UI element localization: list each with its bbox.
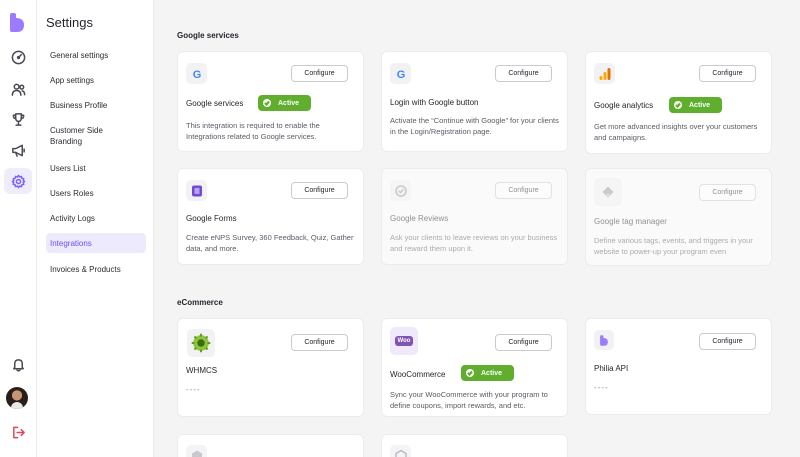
integration-card-partial (381, 434, 568, 457)
card-title: Google tag manager (594, 217, 667, 226)
card-description: ---- (186, 385, 201, 394)
analytics-icon (594, 63, 615, 84)
integration-card-partial (177, 434, 364, 457)
card-description: This integration is required to enable t… (186, 121, 320, 141)
configure-button[interactable]: Configure (699, 184, 756, 201)
check-icon (263, 99, 271, 107)
integration-card-whmcs: Configure WHMCS ---- (177, 318, 364, 417)
configure-button[interactable]: Configure (291, 65, 348, 82)
logout-icon[interactable] (4, 419, 32, 445)
configure-button[interactable]: Configure (699, 333, 756, 350)
integration-card-google-analytics: Configure Google analytics Active Get mo… (585, 51, 772, 154)
whmcs-icon (187, 329, 215, 357)
configure-button[interactable]: Configure (495, 334, 552, 351)
nav-item-general-settings[interactable]: General settings (46, 45, 146, 65)
reviews-icon (390, 180, 411, 201)
nav-item-activity-logs[interactable]: Activity Logs (46, 208, 146, 228)
integration-card-woocommerce: Woo Configure WooCommerce Active Sync yo… (381, 318, 568, 417)
integration-card-google-services: G Configure Google services Active This … (177, 51, 364, 152)
card-title: Login with Google button (390, 98, 479, 107)
card-description: Activate the “Continue with Google” for … (390, 116, 559, 136)
dashboard-icon[interactable] (4, 44, 32, 70)
trophy-icon[interactable] (4, 106, 32, 132)
nav-item-invoices-products[interactable]: Invoices & Products (46, 259, 146, 279)
card-title: WHMCS (186, 366, 218, 375)
integration-card-login-with-google: G Configure Login with Google button Act… (381, 51, 568, 152)
card-title: Google analytics (594, 101, 654, 110)
integration-icon (390, 445, 411, 457)
bell-icon[interactable] (4, 351, 32, 377)
nav-item-customer-side-branding[interactable]: Customer Side Branding (46, 125, 116, 151)
icon-rail (0, 0, 37, 457)
svg-text:G: G (192, 69, 201, 81)
tag-manager-icon (594, 178, 622, 206)
nav-item-business-profile[interactable]: Business Profile (46, 95, 146, 115)
philia-logo-icon (594, 330, 614, 350)
status-badge: Active (461, 365, 514, 381)
configure-button[interactable]: Configure (699, 65, 756, 82)
status-badge: Active (258, 95, 311, 111)
logo-icon[interactable] (8, 13, 26, 32)
integration-card-google-tag-manager: Configure Google tag manager Define vari… (585, 168, 772, 266)
card-description: Get more advanced insights over your cus… (594, 122, 758, 142)
card-description: Create eNPS Survey, 360 Feedback, Quiz, … (186, 233, 354, 253)
card-title: Philia API (594, 364, 629, 373)
integration-card-philia-api: Configure Philia API ---- (585, 318, 772, 415)
section-title-google-services: Google services (177, 31, 239, 40)
page-title: Settings (46, 15, 93, 30)
card-title: Google services (186, 99, 244, 108)
nav-item-users-list[interactable]: Users List (46, 158, 146, 178)
card-description: ---- (594, 383, 609, 392)
integration-card-google-reviews: Configure Google Reviews Ask your client… (381, 168, 568, 265)
card-description: Define various tags, events, and trigger… (594, 236, 753, 256)
card-title: Google Forms (186, 214, 237, 223)
section-title-ecommerce: eCommerce (177, 298, 223, 307)
google-icon: G (186, 63, 207, 84)
configure-button[interactable]: Configure (495, 182, 552, 199)
forms-icon (186, 180, 207, 201)
woocommerce-icon: Woo (390, 327, 418, 355)
card-title: Google Reviews (390, 214, 449, 223)
card-description: Sync your WooCommerce with your program … (390, 390, 548, 410)
svg-text:G: G (396, 69, 405, 81)
settings-icon[interactable] (4, 168, 32, 194)
avatar[interactable] (6, 387, 28, 409)
megaphone-icon[interactable] (4, 137, 32, 163)
configure-button[interactable]: Configure (291, 334, 348, 351)
check-icon (466, 369, 474, 377)
configure-button[interactable]: Configure (495, 65, 552, 82)
integration-card-google-forms: Configure Google Forms Create eNPS Surve… (177, 168, 364, 265)
nav-item-integrations[interactable]: Integrations (46, 233, 146, 253)
nav-item-users-roles[interactable]: Users Roles (46, 183, 146, 203)
google-icon: G (390, 63, 411, 84)
status-badge: Active (669, 97, 722, 113)
nav-item-app-settings[interactable]: App settings (46, 70, 146, 90)
check-icon (674, 101, 682, 109)
integration-icon (186, 445, 207, 457)
settings-nav: Settings General settings App settings B… (37, 0, 154, 457)
card-title: WooCommerce (390, 370, 446, 379)
configure-button[interactable]: Configure (291, 182, 348, 199)
users-icon[interactable] (4, 76, 32, 102)
card-description: Ask your clients to leave reviews on you… (390, 233, 558, 253)
